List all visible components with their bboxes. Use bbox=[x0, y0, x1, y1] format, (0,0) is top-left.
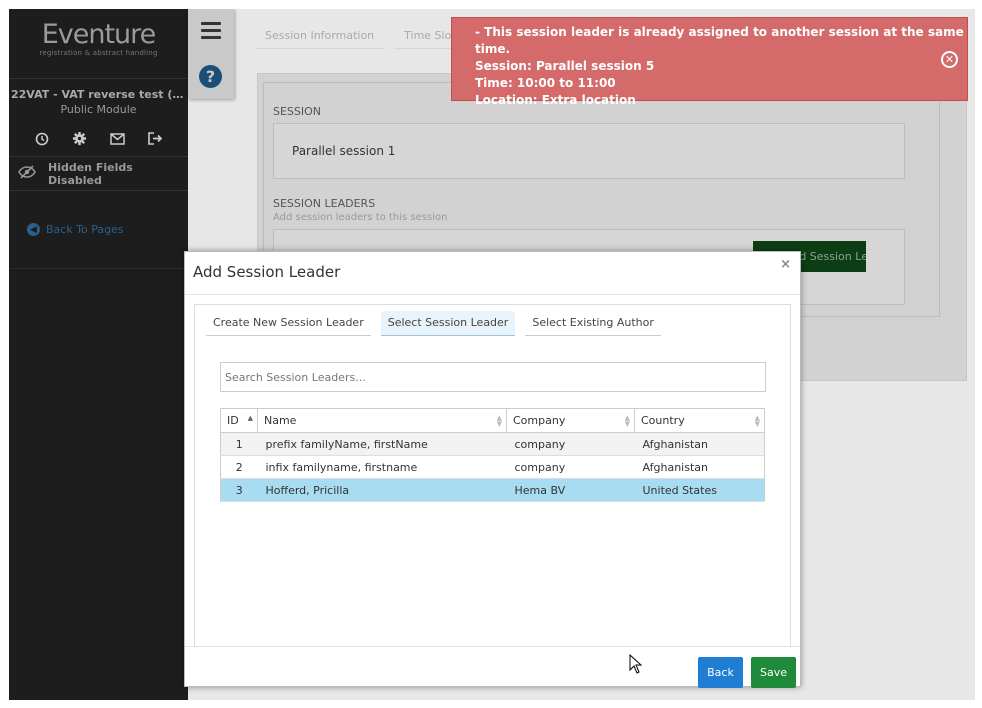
table-row[interactable]: 2 infix familyname, firstname company Af… bbox=[220, 455, 765, 479]
table-row-selected[interactable]: 3 Hofferd, Pricilla Hema BV United State… bbox=[220, 478, 765, 502]
tab-create-new-session-leader[interactable]: Create New Session Leader bbox=[206, 311, 371, 336]
divider bbox=[185, 294, 800, 295]
column-company-label: Company bbox=[513, 414, 566, 427]
logout-icon[interactable] bbox=[147, 130, 164, 147]
column-id-label: ID bbox=[227, 414, 239, 427]
session-field[interactable]: Parallel session 1 bbox=[273, 123, 905, 179]
cell-company: Hema BV bbox=[506, 478, 635, 502]
cell-id: 1 bbox=[220, 432, 258, 456]
session-leaders-hint: Add session leaders to this session bbox=[273, 212, 448, 223]
brand-name: Eventure bbox=[41, 19, 157, 50]
column-country[interactable]: Country ▲ ▼ bbox=[634, 408, 765, 433]
alert-message: - This session leader is already assigne… bbox=[475, 25, 964, 56]
session-leaders-label: SESSION LEADERS bbox=[273, 197, 376, 210]
eye-slash-icon bbox=[18, 165, 36, 182]
page-tabs: Session Information Time Slots bbox=[255, 23, 472, 49]
help-icon[interactable]: ? bbox=[199, 65, 222, 88]
cell-name: prefix familyName, firstName bbox=[257, 432, 507, 456]
cell-country: Afghanistan bbox=[634, 455, 765, 479]
hidden-fields-toggle[interactable]: Hidden Fields Disabled bbox=[9, 157, 188, 191]
cell-id: 2 bbox=[220, 455, 258, 479]
logo: Eventure registration & abstract handlin… bbox=[9, 9, 188, 79]
module-name: Public Module bbox=[60, 103, 137, 116]
add-session-leader-modal: Add Session Leader × Create New Session … bbox=[184, 251, 801, 688]
back-to-pages-label: Back To Pages bbox=[46, 223, 124, 236]
table-header: ID ▲ Name ▲ ▼ Company ▲ ▼ Country ▲ ▼ bbox=[220, 408, 765, 433]
back-button[interactable]: Back bbox=[698, 657, 743, 688]
tab-select-existing-author[interactable]: Select Existing Author bbox=[525, 311, 661, 336]
event-name: 22VAT - VAT reverse test (Abstract... bbox=[11, 88, 188, 101]
cell-country: United States bbox=[634, 478, 765, 502]
back-to-pages-link[interactable]: ◀ Back To Pages bbox=[9, 191, 188, 269]
close-circle-icon[interactable]: ✕ bbox=[941, 51, 958, 68]
sort-icon: ▲ ▼ bbox=[624, 414, 630, 428]
app-window: Eventure registration & abstract handlin… bbox=[9, 9, 975, 700]
alert-location: Location: Extra location bbox=[475, 93, 636, 107]
sort-asc-icon: ▲ bbox=[247, 414, 253, 422]
arrow-left-circle-icon: ◀ bbox=[27, 223, 40, 236]
mouse-cursor-icon bbox=[629, 654, 643, 674]
sort-icon: ▲ ▼ bbox=[496, 414, 502, 428]
cell-name: infix familyname, firstname bbox=[257, 455, 507, 479]
column-country-label: Country bbox=[641, 414, 685, 427]
tab-select-session-leader[interactable]: Select Session Leader bbox=[380, 311, 516, 336]
cell-country: Afghanistan bbox=[634, 432, 765, 456]
alert-time: Time: 10:00 to 11:00 bbox=[475, 76, 616, 90]
close-icon[interactable]: × bbox=[780, 257, 791, 272]
sidebar: Eventure registration & abstract handlin… bbox=[9, 9, 188, 700]
table-row[interactable]: 1 prefix familyName, firstName company A… bbox=[220, 432, 765, 456]
brand-tagline: registration & abstract handling bbox=[39, 49, 158, 57]
sort-icon: ▲ ▼ bbox=[754, 414, 760, 428]
cell-company: company bbox=[506, 432, 635, 456]
error-alert: - This session leader is already assigne… bbox=[451, 17, 968, 107]
column-name-label: Name bbox=[264, 414, 297, 427]
column-id[interactable]: ID ▲ bbox=[220, 408, 258, 433]
search-input[interactable] bbox=[220, 362, 766, 392]
sidebar-icon-row bbox=[9, 116, 188, 157]
column-company[interactable]: Company ▲ ▼ bbox=[506, 408, 635, 433]
hidden-fields-label: Hidden Fields Disabled bbox=[48, 160, 133, 187]
modal-tabs: Create New Session Leader Select Session… bbox=[206, 311, 661, 336]
divider bbox=[185, 646, 800, 647]
session-label: SESSION bbox=[273, 105, 322, 118]
clock-icon[interactable] bbox=[33, 130, 50, 147]
gear-icon[interactable] bbox=[71, 130, 88, 147]
event-info: 22VAT - VAT reverse test (Abstract... Pu… bbox=[9, 79, 188, 116]
cell-id: 3 bbox=[220, 478, 258, 502]
tab-session-information[interactable]: Session Information bbox=[255, 23, 385, 49]
cell-company: company bbox=[506, 455, 635, 479]
save-button[interactable]: Save bbox=[751, 657, 796, 688]
column-name[interactable]: Name ▲ ▼ bbox=[257, 408, 507, 433]
top-left-buttons: ? bbox=[188, 9, 234, 99]
modal-title: Add Session Leader bbox=[193, 263, 341, 281]
session-leaders-table: ID ▲ Name ▲ ▼ Company ▲ ▼ Country ▲ ▼ 1 prefix … bbox=[220, 408, 765, 502]
modal-body: Create New Session Leader Select Session… bbox=[194, 304, 791, 647]
mail-icon[interactable] bbox=[109, 130, 126, 147]
cell-name: Hofferd, Pricilla bbox=[257, 478, 507, 502]
hamburger-menu-icon[interactable] bbox=[201, 22, 221, 43]
alert-session: Session: Parallel session 5 bbox=[475, 59, 655, 73]
